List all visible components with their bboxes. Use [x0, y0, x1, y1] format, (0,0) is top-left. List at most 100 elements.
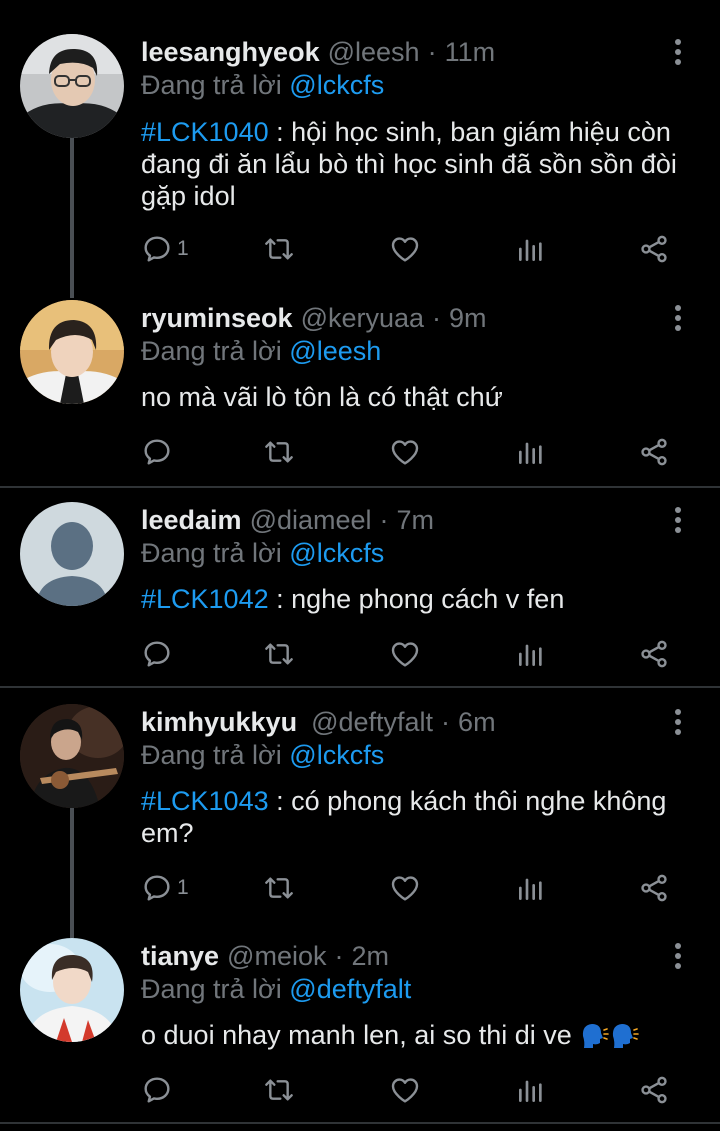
mention-link[interactable]: @leesh — [289, 336, 381, 366]
tweet-body: o duoi nhay manh len, ai so thi di ve — [141, 1020, 580, 1050]
tweet-header: tianye @meiok · 2m — [141, 936, 389, 976]
reply-button[interactable] — [141, 432, 177, 472]
like-button[interactable] — [389, 868, 421, 908]
retweet-icon — [265, 1079, 293, 1101]
timestamp[interactable]: 6m — [458, 707, 496, 738]
user-handle[interactable]: @keryuaa — [301, 303, 424, 334]
share-button[interactable] — [638, 1070, 670, 1110]
views-button[interactable] — [515, 868, 547, 908]
more-options-icon[interactable] — [666, 504, 690, 536]
share-button[interactable] — [638, 432, 670, 472]
separator-dot: · — [379, 504, 389, 535]
retweet-icon — [265, 877, 293, 899]
avatar[interactable] — [20, 502, 124, 606]
separator-dot: · — [432, 302, 442, 333]
reply-prefix: Đang trả lời — [141, 70, 282, 100]
display-name[interactable]: leesanghyeok — [141, 37, 320, 68]
like-button[interactable] — [389, 432, 421, 472]
mention-link[interactable]: @deftyfalt — [289, 974, 411, 1004]
views-button[interactable] — [515, 229, 547, 269]
action-bar — [141, 1070, 681, 1110]
share-button[interactable] — [638, 634, 670, 674]
avatar[interactable] — [20, 938, 124, 1042]
display-name[interactable]: leedaim — [141, 505, 242, 536]
reply-prefix: Đang trả lời — [141, 336, 282, 366]
display-name[interactable]: ryuminseok — [141, 303, 293, 334]
speech-bubble-icon — [144, 236, 170, 262]
user-handle[interactable]: @meiok — [227, 941, 326, 972]
more-options-icon[interactable] — [666, 302, 690, 334]
speech-bubble-icon — [144, 875, 170, 901]
share-icon — [641, 438, 667, 466]
hashtag-link[interactable]: #LCK1042 — [141, 584, 269, 614]
hashtag-link[interactable]: #LCK1040 — [141, 117, 269, 147]
retweet-button[interactable] — [263, 1070, 295, 1110]
tweet-text: no mà vãi lò tôn là có thật chứ — [141, 381, 686, 413]
tweet-header: leesanghyeok @leesh · 11m — [141, 32, 495, 72]
bar-chart-icon — [519, 239, 542, 261]
tweet-body: : nghe phong cách v fen — [268, 584, 565, 614]
user-handle[interactable]: @leesh — [328, 37, 420, 68]
views-button[interactable] — [515, 432, 547, 472]
retweet-button[interactable] — [263, 634, 295, 674]
mention-link[interactable]: @lckcfs — [289, 740, 384, 770]
hashtag-link[interactable]: #LCK1043 — [141, 786, 269, 816]
like-button[interactable] — [389, 229, 421, 269]
reply-button[interactable] — [141, 634, 177, 674]
separator-dot: · — [441, 706, 451, 737]
reply-button[interactable] — [141, 1070, 177, 1110]
timestamp[interactable]: 7m — [397, 505, 435, 536]
reply-button[interactable]: 1 — [141, 868, 189, 908]
heart-icon — [391, 440, 419, 465]
display-name[interactable]: kimhyukkyu — [141, 707, 297, 738]
display-name[interactable]: tianye — [141, 941, 219, 972]
divider — [0, 1122, 720, 1124]
action-bar — [141, 634, 681, 674]
retweet-button[interactable] — [263, 868, 295, 908]
views-button[interactable] — [515, 1070, 547, 1110]
like-button[interactable] — [389, 1070, 421, 1110]
tweet-text: #LCK1040 : hội học sinh, ban giám hiệu c… — [141, 116, 686, 212]
timestamp[interactable]: 2m — [351, 941, 389, 972]
action-bar: 1 — [141, 868, 681, 908]
avatar[interactable] — [20, 300, 124, 404]
share-button[interactable] — [638, 868, 670, 908]
divider — [0, 486, 720, 488]
reply-button[interactable]: 1 — [141, 229, 189, 269]
heart-icon — [391, 642, 419, 667]
retweet-button[interactable] — [263, 229, 295, 269]
like-button[interactable] — [389, 634, 421, 674]
thread-line — [70, 137, 74, 298]
speaking-head-emoji — [583, 1024, 610, 1048]
mention-link[interactable]: @lckcfs — [289, 538, 384, 568]
bar-chart-icon — [519, 1080, 542, 1102]
tweet-text: o duoi nhay manh len, ai so thi di ve — [141, 1019, 686, 1051]
retweet-icon — [265, 238, 293, 260]
bar-chart-icon — [519, 878, 542, 900]
views-button[interactable] — [515, 634, 547, 674]
avatar[interactable] — [20, 704, 124, 808]
user-handle[interactable]: @deftyfalt — [311, 707, 433, 738]
replying-to: Đang trả lời @lckcfs — [141, 70, 384, 101]
retweet-icon — [265, 441, 293, 463]
more-options-icon[interactable] — [666, 706, 690, 738]
mention-link[interactable]: @lckcfs — [289, 70, 384, 100]
share-button[interactable] — [638, 229, 670, 269]
heart-icon — [391, 1078, 419, 1103]
timestamp[interactable]: 9m — [449, 303, 487, 334]
heart-icon — [391, 876, 419, 901]
share-icon — [641, 1076, 667, 1104]
user-handle[interactable]: @diameel — [250, 505, 372, 536]
speaking-head-emoji — [613, 1024, 640, 1048]
reply-count: 1 — [177, 237, 189, 260]
replying-to: Đang trả lời @leesh — [141, 336, 381, 367]
timestamp[interactable]: 11m — [445, 37, 496, 68]
separator-dot: · — [427, 36, 437, 67]
action-bar — [141, 432, 681, 472]
more-options-icon[interactable] — [666, 36, 690, 68]
avatar[interactable] — [20, 34, 124, 138]
retweet-button[interactable] — [263, 432, 295, 472]
speech-bubble-icon — [144, 641, 170, 667]
more-options-icon[interactable] — [666, 940, 690, 972]
share-icon — [641, 874, 667, 902]
